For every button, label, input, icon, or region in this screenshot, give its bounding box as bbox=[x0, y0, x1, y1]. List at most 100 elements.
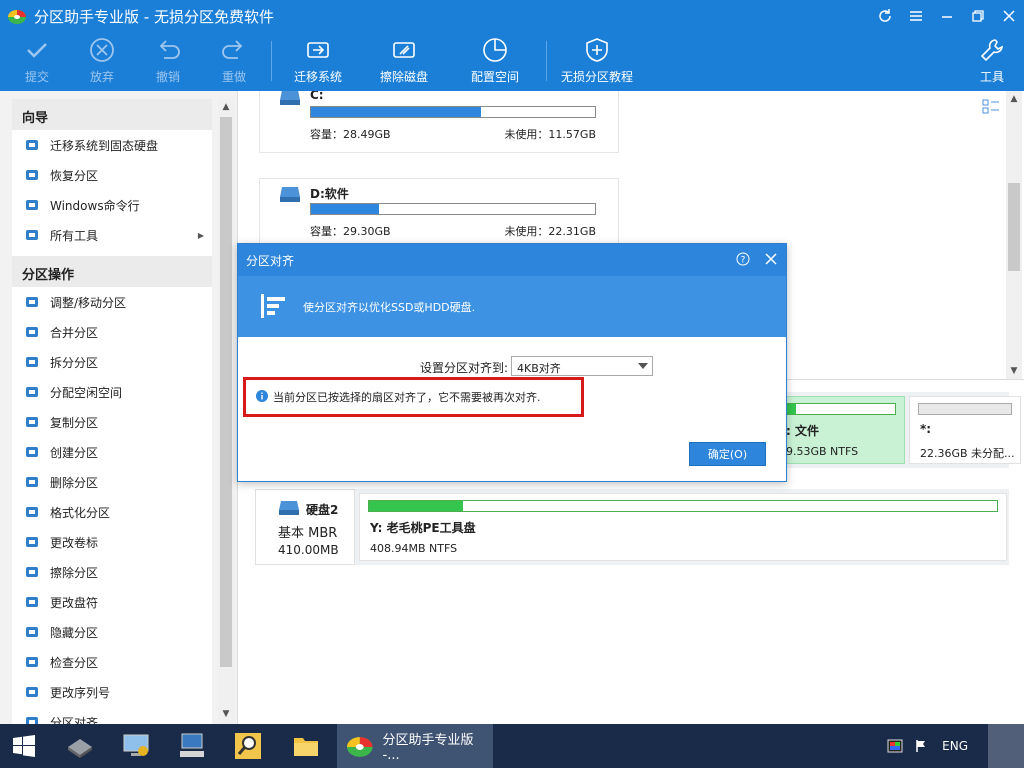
discard-label: 放弃 bbox=[89, 70, 114, 84]
partition-capacity: 容量：29.30GB bbox=[310, 225, 391, 238]
ops-item[interactable]: 更改序列号 bbox=[12, 677, 212, 707]
ops-item[interactable]: 分区对齐 bbox=[12, 707, 212, 724]
ops-item[interactable]: 创建分区 bbox=[12, 437, 212, 467]
terminal-icon bbox=[180, 733, 204, 757]
scroll-up-arrow-icon[interactable]: ▲ bbox=[1006, 91, 1022, 107]
segment-detail: 22.36GB 未分配... bbox=[920, 447, 1015, 460]
ops-item[interactable]: 更改盘符 bbox=[12, 587, 212, 617]
dialog-title-bar: 分区对齐 ? bbox=[238, 244, 786, 276]
disk-segment[interactable]: : 文件 9.53GB NTFS bbox=[775, 396, 905, 464]
start-button[interactable] bbox=[0, 724, 47, 768]
drive-icon bbox=[280, 91, 300, 105]
tutorial-button[interactable]: 无损分区教程 bbox=[560, 35, 634, 87]
taskbar-app-disk[interactable] bbox=[52, 724, 108, 768]
help-icon[interactable]: ? bbox=[736, 252, 750, 266]
wizard-item[interactable]: Windows命令行 bbox=[12, 190, 212, 220]
ops-item-label: 更改序列号 bbox=[50, 685, 111, 700]
main-scrollbar[interactable]: ▲ ▼ bbox=[1006, 91, 1022, 379]
wizard-item[interactable]: 所有工具 ▶ bbox=[12, 220, 212, 250]
scroll-up-arrow-icon[interactable]: ▲ bbox=[218, 99, 234, 115]
hardware-icon bbox=[68, 739, 92, 758]
wizard-header: 向导 bbox=[12, 99, 212, 130]
hide-icon bbox=[24, 624, 40, 640]
sidebar-scroll-thumb[interactable] bbox=[220, 117, 232, 667]
wizard-item[interactable]: 恢复分区 bbox=[12, 160, 212, 190]
ops-item[interactable]: 调整/移动分区 bbox=[12, 287, 212, 317]
ops-item[interactable]: 隐藏分区 bbox=[12, 617, 212, 647]
scroll-down-arrow-icon[interactable]: ▼ bbox=[218, 706, 234, 722]
align-select[interactable]: 4KB对齐 bbox=[511, 356, 653, 376]
minimize-button[interactable] bbox=[931, 0, 962, 32]
partition-card-c[interactable]: C: 容量：28.49GB 未使用：11.57GB bbox=[259, 91, 619, 153]
align-icon bbox=[24, 714, 40, 724]
taskbar-app-search[interactable] bbox=[220, 724, 276, 768]
partition-usage-bar bbox=[310, 203, 596, 215]
merge-icon bbox=[24, 324, 40, 340]
sidebar-scrollbar[interactable]: ▲ ▼ bbox=[218, 99, 234, 724]
info-icon bbox=[256, 390, 268, 402]
partition-align-dialog: 分区对齐 ? 使分区对齐以优化SSD或HDD硬盘. 设置分区对齐到: 4KB对齐… bbox=[237, 243, 787, 482]
taskbar-active-task[interactable]: 分区助手专业版 -... bbox=[337, 724, 493, 768]
undo-button[interactable]: 撤销 bbox=[153, 35, 183, 87]
drive-icon bbox=[280, 187, 300, 202]
toolbar-separator bbox=[271, 41, 272, 81]
ops-item[interactable]: 更改卷标 bbox=[12, 527, 212, 557]
redo-icon bbox=[222, 40, 243, 59]
taskbar-app-computer[interactable] bbox=[108, 724, 164, 768]
window-title: 分区助手专业版 - 无损分区免费软件 bbox=[34, 8, 274, 26]
ops-item-label: 格式化分区 bbox=[50, 505, 111, 520]
drive-icon bbox=[279, 501, 299, 515]
toolbar: 提交 放弃 撤销 重做 迁移系统 擦除磁盘 配置空间 无损分区教程 工具 bbox=[0, 35, 1024, 91]
show-desktop-button[interactable] bbox=[988, 724, 1024, 768]
scroll-down-arrow-icon[interactable]: ▼ bbox=[1006, 363, 1022, 379]
wizard-item[interactable]: 迁移系统到固态硬盘 bbox=[12, 130, 212, 160]
wipe-label: 擦除磁盘 bbox=[379, 70, 428, 84]
ops-item[interactable]: 复制分区 bbox=[12, 407, 212, 437]
ops-item-label: 隐藏分区 bbox=[50, 625, 99, 640]
taskbar-app-terminal[interactable] bbox=[164, 724, 220, 768]
segment-name: Y: 老毛桃PE工具盘 bbox=[370, 521, 476, 535]
disk-size: 410.00MB bbox=[278, 543, 339, 557]
flag-icon[interactable] bbox=[913, 738, 929, 754]
maximize-button[interactable] bbox=[962, 0, 993, 32]
ops-item[interactable]: 擦除分区 bbox=[12, 557, 212, 587]
ops-item[interactable]: 拆分分区 bbox=[12, 347, 212, 377]
allocate-space-button[interactable]: 配置空间 bbox=[469, 35, 521, 87]
menu-icon bbox=[909, 11, 922, 21]
disk-segment[interactable]: Y: 老毛桃PE工具盘 408.94MB NTFS bbox=[359, 493, 1007, 561]
restore-icon bbox=[971, 10, 984, 22]
segment-detail: 408.94MB NTFS bbox=[370, 542, 458, 555]
input-method-indicator[interactable]: ENG bbox=[942, 739, 968, 753]
ops-item[interactable]: 检查分区 bbox=[12, 647, 212, 677]
taskbar-app-explorer[interactable] bbox=[278, 724, 334, 768]
wizard-item-label: 恢复分区 bbox=[50, 168, 99, 183]
menu-button[interactable] bbox=[900, 0, 931, 32]
ops-item[interactable]: 格式化分区 bbox=[12, 497, 212, 527]
discard-button[interactable]: 放弃 bbox=[87, 35, 117, 87]
check-icon bbox=[27, 43, 47, 58]
migrate-system-button[interactable]: 迁移系统 bbox=[292, 35, 344, 87]
sidebar: 向导 迁移系统到固态硬盘 恢复分区 Windows命令行 所有工具 ▶ 分区操作 调整/… bbox=[0, 91, 238, 724]
dialog-title: 分区对齐 bbox=[246, 254, 295, 268]
ops-item[interactable]: 删除分区 bbox=[12, 467, 212, 497]
commit-button[interactable]: 提交 bbox=[22, 35, 52, 87]
computer-icon bbox=[123, 734, 149, 756]
wipe-disk-button[interactable]: 擦除磁盘 bbox=[378, 35, 430, 87]
wizard-item-label: 迁移系统到固态硬盘 bbox=[50, 138, 159, 153]
redo-label: 重做 bbox=[221, 70, 246, 84]
tools-button[interactable]: 工具 bbox=[978, 35, 1006, 87]
ops-item[interactable]: 分配空闲空间 bbox=[12, 377, 212, 407]
main-scroll-thumb[interactable] bbox=[1008, 183, 1020, 271]
color-display-icon[interactable] bbox=[887, 738, 903, 754]
view-toggle-icon[interactable] bbox=[980, 97, 1002, 117]
refresh-button[interactable] bbox=[869, 0, 900, 32]
disk2-info[interactable]: 硬盘2 基本 MBR 410.00MB bbox=[255, 489, 355, 565]
resize-icon bbox=[24, 294, 40, 310]
disk-segment-unallocated[interactable]: *: 22.36GB 未分配... bbox=[909, 396, 1021, 464]
ops-item[interactable]: 合并分区 bbox=[12, 317, 212, 347]
partition-card-d[interactable]: D:软件 容量：29.30GB 未使用：22.31GB bbox=[259, 178, 619, 250]
dialog-close-icon[interactable] bbox=[764, 252, 778, 266]
redo-button[interactable]: 重做 bbox=[219, 35, 249, 87]
ok-button[interactable]: 确定(O) bbox=[689, 442, 766, 466]
close-button[interactable] bbox=[993, 0, 1024, 32]
